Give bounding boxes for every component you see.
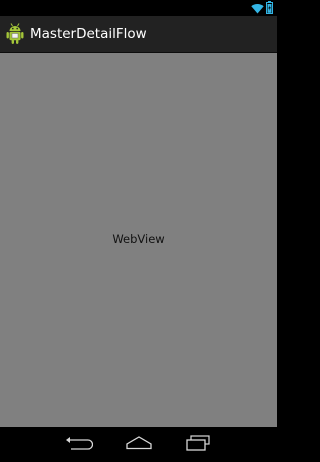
- recent-apps-button[interactable]: [183, 433, 213, 457]
- action-bar: MasterDetailFlow: [0, 16, 277, 53]
- home-button[interactable]: [124, 433, 154, 457]
- battery-icon: [266, 0, 273, 18]
- back-button[interactable]: [64, 433, 94, 457]
- webview-container[interactable]: WebView: [0, 53, 277, 427]
- recent-apps-icon: [185, 435, 211, 455]
- wifi-icon: [251, 0, 264, 18]
- back-icon: [65, 435, 94, 455]
- home-icon: [125, 435, 153, 455]
- android-robot-icon[interactable]: [4, 21, 26, 47]
- status-bar: [0, 0, 277, 16]
- navigation-bar: [0, 427, 277, 462]
- app-title: MasterDetailFlow: [30, 26, 147, 42]
- device-screen: MasterDetailFlow WebView: [0, 0, 277, 462]
- status-icons: [251, 0, 273, 18]
- webview-label: WebView: [112, 232, 165, 246]
